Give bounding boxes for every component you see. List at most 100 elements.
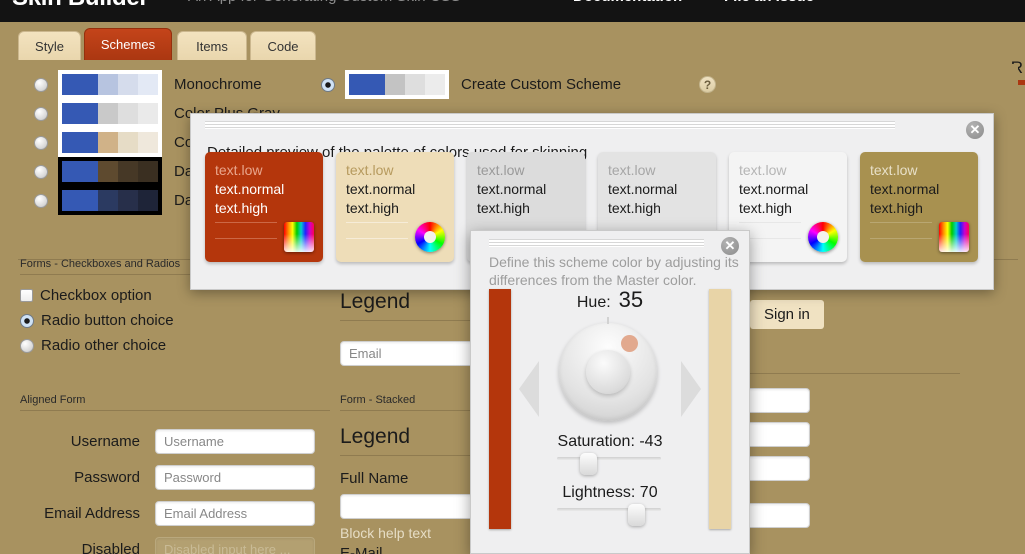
card-text-high: text.high — [870, 200, 923, 216]
rainbow-swatch-icon[interactable] — [284, 222, 314, 252]
radio-other-choice[interactable] — [20, 338, 34, 353]
rainbow-swatch-icon[interactable] — [939, 222, 969, 252]
radio-dark-complementary[interactable] — [34, 164, 48, 179]
dialog-drag-handle[interactable] — [205, 121, 895, 129]
card-text-low: text.low — [477, 162, 525, 178]
label-email-address: Email Address — [44, 505, 140, 522]
form-column-left: Forms - Checkboxes and Radios Checkbox o… — [20, 258, 330, 554]
tab-code[interactable]: Code — [250, 31, 316, 60]
radio-dark-monochrome[interactable] — [34, 193, 48, 208]
card-text-normal: text.normal — [346, 181, 416, 197]
card-text-low: text.low — [346, 162, 394, 178]
tab-items[interactable]: Items — [177, 31, 247, 60]
card-rule — [870, 238, 932, 239]
radio-button-choice[interactable] — [20, 313, 34, 328]
hue-label-text: Hue: — [576, 294, 611, 311]
tab-strip: Style Schemes Items Code R — [0, 22, 1025, 85]
app-tagline: An App for Generating Custom Skin CSS — [188, 0, 461, 5]
input-password[interactable]: Password — [155, 465, 315, 490]
color-wheel-icon[interactable] — [415, 222, 445, 252]
swatch-strip-complementary — [58, 128, 162, 157]
hsl-description: Define this scheme color by adjusting it… — [489, 254, 739, 288]
card-text-normal: text.normal — [608, 181, 678, 197]
radio-button-choice-row[interactable]: Radio button choice — [20, 308, 330, 333]
input-email-address[interactable]: Email Address — [155, 501, 315, 526]
card-text-low: text.low — [739, 162, 787, 178]
card-rule — [215, 222, 277, 223]
card-text-high: text.high — [215, 200, 268, 216]
close-icon-palette-dialog[interactable]: ✕ — [966, 121, 984, 139]
card-text-normal: text.normal — [870, 181, 940, 197]
aligned-row-disabled: Disabled Disabled input here ... — [20, 537, 330, 554]
card-text-normal: text.normal — [477, 181, 547, 197]
swatch-strip-dark-monochrome — [58, 186, 162, 215]
hsl-adjust-popup: ✕ Define this scheme color by adjusting … — [470, 230, 750, 554]
section-title-aligned-form: Aligned Form — [20, 394, 330, 411]
swatch-strip-monochrome — [58, 70, 162, 99]
hsl-drag-handle[interactable] — [489, 239, 704, 247]
aligned-row-email: Email Address Email Address — [20, 501, 330, 526]
color-wheel-icon[interactable] — [808, 222, 838, 252]
card-text-high: text.high — [739, 200, 792, 216]
card-text-low: text.low — [870, 162, 918, 178]
tab-style[interactable]: Style — [18, 31, 81, 60]
aligned-row-username: Username Username — [20, 429, 330, 454]
card-rule — [346, 222, 408, 223]
hue-dial-tick — [607, 317, 609, 324]
lightness-label: Lightness: 70 — [562, 484, 658, 501]
hue-dial-knob[interactable] — [559, 317, 657, 421]
saturation-label: Saturation: -43 — [557, 433, 663, 450]
input-disabled: Disabled input here ... — [155, 537, 315, 554]
radio-button-choice-label: Radio button choice — [41, 312, 174, 329]
palette-card[interactable]: text.low text.normal text.high — [205, 152, 323, 262]
arrow-left-icon[interactable] — [519, 361, 539, 417]
label-password: Password — [74, 469, 140, 486]
label-disabled: Disabled — [81, 541, 140, 554]
checkbox-option-box[interactable] — [20, 289, 33, 302]
hue-readout: Hue: 35 — [471, 287, 749, 313]
scheme-option-create-custom[interactable]: Create Custom Scheme ? — [321, 70, 717, 99]
card-rule — [346, 238, 408, 239]
input-username[interactable]: Username — [155, 429, 315, 454]
radio-monochrome[interactable] — [34, 77, 48, 92]
palette-card[interactable]: text.low text.normal text.high — [336, 152, 454, 262]
tab-schemes[interactable]: Schemes — [84, 28, 172, 60]
checkbox-option-label: Checkbox option — [40, 287, 152, 304]
card-rule — [739, 222, 801, 223]
saturation-slider-thumb[interactable] — [580, 453, 597, 475]
help-icon-custom-scheme[interactable]: ? — [699, 76, 717, 93]
swatch-strip-dark-complementary — [58, 157, 162, 186]
arrow-right-icon[interactable] — [681, 361, 701, 417]
scheme-option-monochrome[interactable]: Monochrome — [34, 70, 262, 99]
radio-complementary[interactable] — [34, 135, 48, 150]
input-full-name[interactable] — [340, 494, 475, 519]
radio-other-choice-label: Radio other choice — [41, 337, 167, 354]
sign-in-button[interactable]: Sign in — [750, 300, 824, 329]
section-title-form-stacked: Form - Stacked — [340, 394, 480, 411]
block-help-text: Block help text — [340, 525, 432, 541]
label-full-name: Full Name — [340, 470, 409, 487]
card-rule — [215, 238, 277, 239]
saturation-slider-track[interactable] — [557, 457, 661, 460]
lightness-slider-thumb[interactable] — [628, 504, 645, 526]
lightness-slider-track[interactable] — [557, 508, 661, 511]
radio-other-choice-row[interactable]: Radio other choice — [20, 333, 330, 358]
radio-create-custom-scheme[interactable] — [321, 77, 335, 92]
label-username: Username — [70, 433, 140, 450]
label-e-mail: E-Mail — [340, 545, 383, 554]
card-rule — [870, 222, 932, 223]
palette-card[interactable]: text.low text.normal text.high — [860, 152, 978, 262]
card-text-high: text.high — [477, 200, 530, 216]
form-column-middle: Legend Email Form - Stacked Legend Full … — [340, 258, 480, 554]
scheme-label-create-custom: Create Custom Scheme — [461, 76, 622, 93]
swatch-strip-create-custom — [345, 70, 449, 99]
radio-color-plus-gray[interactable] — [34, 106, 48, 121]
nav-link-file-an-issue[interactable]: File an Issue — [724, 0, 814, 5]
card-text-high: text.high — [346, 200, 399, 216]
card-text-low: text.low — [215, 162, 263, 178]
input-email[interactable]: Email — [340, 341, 475, 366]
nav-link-documentation[interactable]: Documentation — [573, 0, 682, 5]
swatch-strip-color-plus-gray — [58, 99, 162, 128]
app-brand-title: Skin Builder — [12, 0, 149, 12]
scheme-label-monochrome: Monochrome — [174, 76, 262, 93]
